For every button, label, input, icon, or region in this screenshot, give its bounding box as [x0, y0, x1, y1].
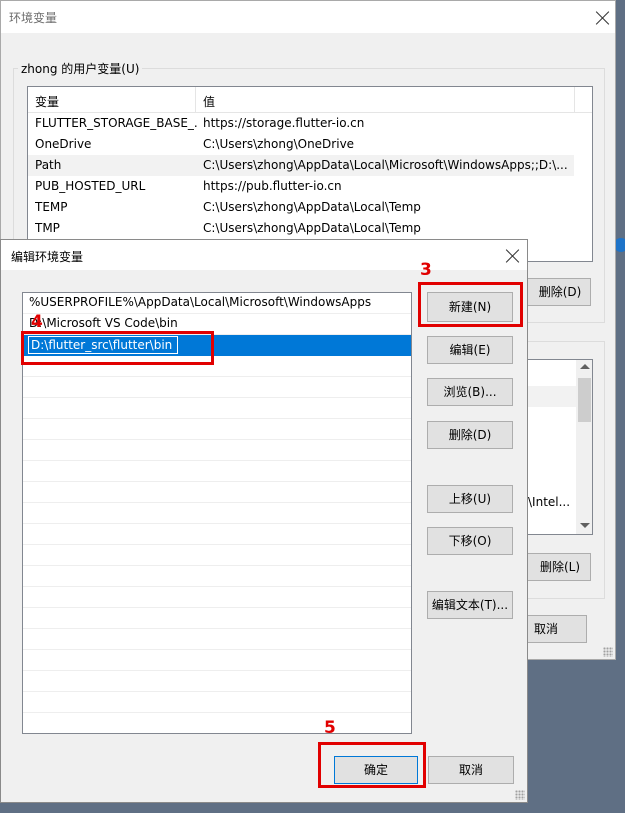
- list-item[interactable]: [23, 692, 411, 713]
- title-bar: 编辑环境变量: [1, 240, 527, 270]
- variable-name: Path: [35, 158, 62, 172]
- list-item[interactable]: [23, 419, 411, 440]
- move-up-button[interactable]: 上移(U): [427, 485, 513, 513]
- column-separator: [195, 87, 196, 113]
- path-entry: D:\Microsoft VS Code\bin: [29, 316, 178, 330]
- column-separator: [574, 87, 575, 113]
- list-item[interactable]: [23, 398, 411, 419]
- list-item[interactable]: [23, 608, 411, 629]
- step-3-highlight: [418, 282, 523, 327]
- table-row[interactable]: TMP C:\Users\zhong\AppData\Local\Temp: [28, 218, 574, 239]
- list-item[interactable]: [23, 587, 411, 608]
- step-5-highlight: [318, 742, 426, 788]
- list-item[interactable]: [23, 650, 411, 671]
- variable-name: OneDrive: [35, 137, 92, 151]
- edit-button[interactable]: 编辑(E): [427, 336, 513, 364]
- variable-value: C:\Users\zhong\AppData\Local\Microsoft\W…: [203, 158, 568, 172]
- user-variables-label: zhong 的用户变量(U): [18, 60, 143, 77]
- list-item[interactable]: [23, 629, 411, 650]
- table-row[interactable]: Path C:\Users\zhong\AppData\Local\Micros…: [28, 155, 574, 176]
- variable-value: C:\Users\zhong\AppData\Local\Temp: [203, 200, 421, 214]
- list-header: 变量 值: [28, 87, 592, 113]
- close-icon[interactable]: [595, 10, 611, 26]
- variable-name: PUB_HOSTED_URL: [35, 179, 146, 193]
- table-row[interactable]: OneDrive C:\Users\zhong\OneDrive: [28, 134, 574, 155]
- delete-button[interactable]: 删除(D): [427, 421, 513, 449]
- list-item[interactable]: [23, 671, 411, 692]
- scrollbar[interactable]: [576, 360, 592, 534]
- column-variable[interactable]: 变量: [35, 93, 59, 110]
- list-item[interactable]: %USERPROFILE%\AppData\Local\Microsoft\Wi…: [23, 293, 411, 314]
- list-item[interactable]: [23, 377, 411, 398]
- step-3-label: 3: [420, 260, 432, 280]
- window-title: 环境变量: [9, 11, 58, 25]
- step-4-highlight: [21, 331, 214, 365]
- variable-value: C:\Users\zhong\OneDrive: [203, 137, 355, 151]
- list-item[interactable]: [23, 566, 411, 587]
- browse-button[interactable]: 浏览(B)...: [427, 378, 513, 406]
- variable-value: \Intel...: [528, 495, 571, 509]
- user-variables-list[interactable]: 变量 值 FLUTTER_STORAGE_BASE_... https://st…: [27, 86, 593, 262]
- cancel-button[interactable]: 取消: [428, 756, 514, 784]
- variable-value: https://pub.flutter-io.cn: [203, 179, 342, 193]
- list-item[interactable]: [23, 440, 411, 461]
- table-row[interactable]: TEMP C:\Users\zhong\AppData\Local\Temp: [28, 197, 574, 218]
- step-4-label: 4: [31, 312, 43, 332]
- column-value[interactable]: 值: [203, 93, 215, 110]
- move-down-button[interactable]: 下移(O): [427, 527, 513, 555]
- scroll-down-icon[interactable]: [580, 523, 590, 528]
- resize-grip-icon[interactable]: [515, 790, 525, 800]
- variable-name: FLUTTER_STORAGE_BASE_...: [35, 116, 197, 130]
- list-item[interactable]: [23, 524, 411, 545]
- variable-name: TMP: [35, 221, 60, 235]
- list-item[interactable]: [23, 503, 411, 524]
- table-row[interactable]: PUB_HOSTED_URL https://pub.flutter-io.cn: [28, 176, 574, 197]
- list-item[interactable]: [23, 545, 411, 566]
- variable-value: https://storage.flutter-io.cn: [203, 116, 365, 130]
- scroll-up-icon[interactable]: [580, 364, 590, 369]
- list-item[interactable]: [23, 482, 411, 503]
- step-5-label: 5: [324, 718, 336, 738]
- edit-text-button[interactable]: 编辑文本(T)...: [427, 591, 513, 619]
- scroll-thumb[interactable]: [578, 378, 591, 422]
- table-row[interactable]: FLUTTER_STORAGE_BASE_... https://storage…: [28, 113, 574, 134]
- variable-value: C:\Users\zhong\AppData\Local\Temp: [203, 221, 421, 235]
- variable-name: TEMP: [35, 200, 68, 214]
- path-entry: %USERPROFILE%\AppData\Local\Microsoft\Wi…: [29, 295, 372, 309]
- title-bar: 环境变量: [1, 1, 615, 33]
- close-icon[interactable]: [505, 248, 521, 264]
- window-title: 编辑环境变量: [11, 250, 84, 264]
- list-item[interactable]: [23, 461, 411, 482]
- resize-grip-icon[interactable]: [603, 647, 613, 657]
